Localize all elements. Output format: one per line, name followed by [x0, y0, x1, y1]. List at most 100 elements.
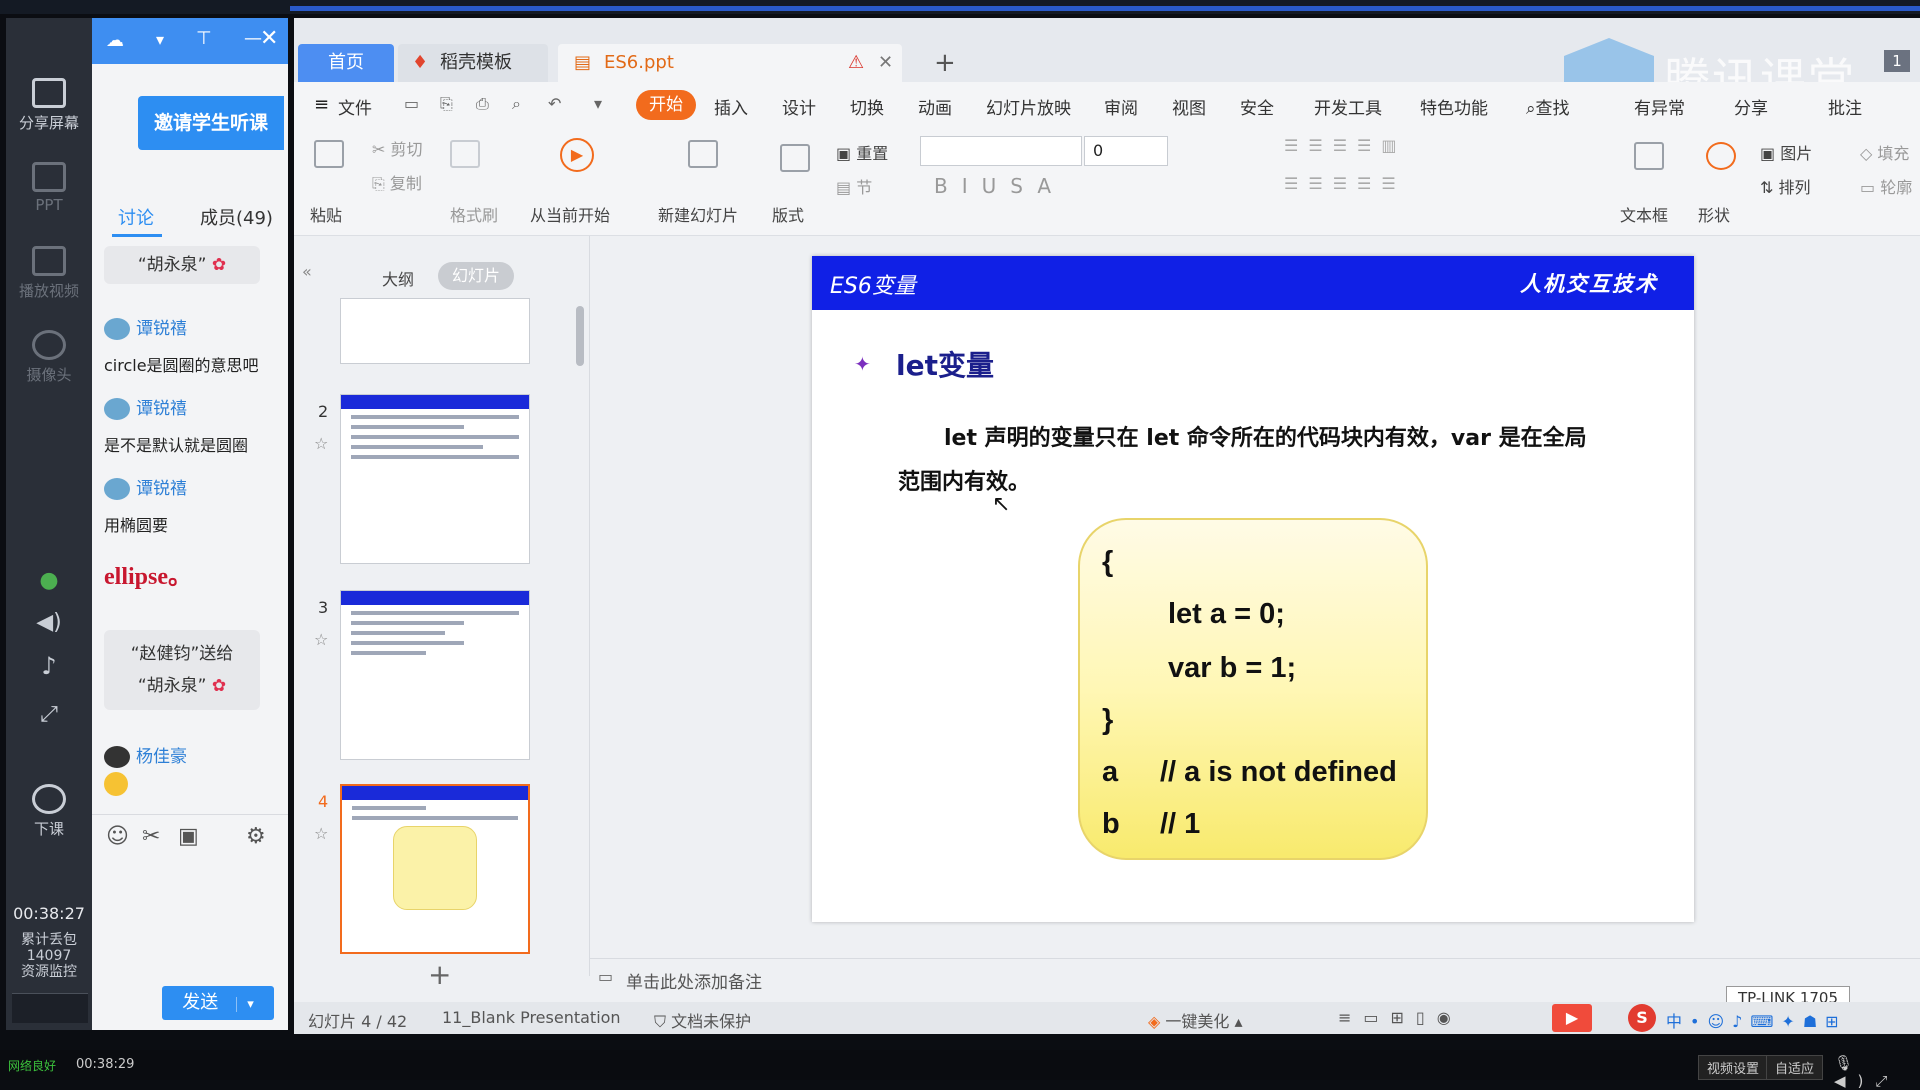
menu-features[interactable]: 特色功能 [1420, 94, 1488, 119]
view-mode-buttons[interactable]: ≡▭⊞▯◉ [1338, 1008, 1463, 1027]
chat-username[interactable]: 谭锐禧 [104, 394, 187, 420]
camera-button[interactable]: 摄像头 [6, 330, 92, 385]
slide-thumbnail-active[interactable] [340, 784, 530, 954]
notes-icon: ▭ [598, 967, 614, 986]
play-video-icon [32, 246, 66, 276]
from-current-button[interactable]: 从当前开始 [530, 202, 610, 226]
sogou-ime-icon[interactable]: S [1628, 1004, 1656, 1032]
layout-button[interactable]: 版式 [772, 202, 804, 226]
align-buttons[interactable]: ☰☰☰☰☰ [1284, 174, 1406, 193]
font-size-select[interactable]: 0 [1084, 136, 1168, 166]
beautify-icon: ◈ [1148, 1012, 1161, 1031]
tab-outline[interactable]: 大纲 [382, 266, 414, 290]
settings-icon[interactable]: ⚙ [246, 824, 266, 849]
menu-review[interactable]: 审阅 [1104, 94, 1138, 119]
share-screen-button[interactable]: 分享屏幕 [6, 78, 92, 133]
menu-transition[interactable]: 切换 [850, 94, 884, 119]
slide-thumbnail[interactable] [340, 394, 530, 564]
chat-username[interactable]: 杨佳豪 [104, 742, 187, 768]
print-icon[interactable]: ⎙ [476, 94, 489, 114]
shape-button[interactable]: 形状 [1698, 202, 1730, 226]
hamburger-icon[interactable]: ≡ [314, 94, 329, 115]
play-slideshow-icon[interactable]: ▶ [1552, 1004, 1592, 1032]
mic-icon[interactable]: ● [6, 568, 92, 593]
flame-icon: ♦ [412, 52, 429, 73]
chat-username[interactable]: 谭锐禧 [104, 474, 187, 500]
ppt-button[interactable]: PPT [6, 162, 92, 214]
menu-home-start[interactable]: 开始 [636, 90, 696, 120]
chat-username[interactable]: 谭锐禧 [104, 314, 187, 340]
invite-students-button[interactable]: 邀请学生听课 [138, 96, 284, 150]
cut-button[interactable]: ✂ 剪切 [372, 136, 423, 160]
image-icon[interactable]: ▣ [178, 824, 199, 849]
font-family-select[interactable] [920, 136, 1082, 166]
tab-templates[interactable]: ♦ 稻壳模板 [398, 44, 548, 82]
emoji-icon [104, 772, 128, 796]
paste-button[interactable]: 粘贴 [310, 202, 342, 226]
undo-icon[interactable]: ↶ [548, 94, 561, 113]
format-painter-button[interactable]: 格式刷 [450, 202, 498, 226]
menu-search[interactable]: ⌕查找 [1526, 94, 1570, 119]
send-button[interactable]: 发送 ▾ [162, 986, 274, 1020]
music-icon[interactable]: ♪ [6, 652, 92, 680]
current-slide[interactable]: ES6变量 人机交互技术 ✦ let变量 let 声明的变量只在 let 命令所… [812, 256, 1694, 922]
gift-message: “赵健钧”送给 “胡永泉” ✿ [104, 630, 260, 710]
ime-toolbar-icons[interactable]: 中•☺♪⌨✦☗⊞ [1666, 1008, 1847, 1032]
emoji-picker-icon[interactable]: ☺ [106, 824, 129, 849]
menu-issue[interactable]: 有异常 [1634, 94, 1685, 119]
scissors-icon[interactable]: ✂ [142, 824, 160, 849]
fullscreen-icon[interactable]: ⤢ [6, 702, 92, 727]
menu-design[interactable]: 设计 [782, 94, 816, 119]
add-slide-icon[interactable]: + [428, 958, 451, 991]
close-tab-icon[interactable]: ✕ [878, 44, 893, 82]
menu-slideshow[interactable]: 幻灯片放映 [986, 94, 1071, 119]
chat-message: 是不是默认就是圆圈 [104, 436, 249, 455]
export-icon[interactable]: ⎘ [440, 94, 453, 114]
beautify-button[interactable]: ◈ 一键美化 ▴ [1148, 1008, 1243, 1032]
more-icon[interactable]: ▾ [594, 94, 602, 113]
section-button[interactable]: ▤ 节 [836, 174, 872, 198]
menu-security[interactable]: 安全 [1240, 94, 1274, 119]
document-protect-status[interactable]: ⛉ 文档未保护 [654, 1008, 751, 1032]
close-icon[interactable]: ✕ [260, 26, 278, 51]
list-buttons[interactable]: ☰☰☰☰▥ [1284, 136, 1407, 155]
tab-discussion[interactable]: 讨论 [118, 204, 154, 230]
tab-home[interactable]: 首页 [298, 44, 394, 82]
font-style-buttons[interactable]: BIUSA [934, 174, 1065, 198]
speaker-icon[interactable]: ◀) [6, 610, 92, 635]
menu-insert[interactable]: 插入 [714, 94, 748, 119]
preview-icon[interactable]: ⌕ [512, 94, 521, 114]
dropdown-icon[interactable]: ▾ [156, 30, 164, 49]
notes-bar[interactable]: ▭ 单击此处添加备注 [590, 958, 1920, 998]
menu-comment[interactable]: 批注 [1828, 94, 1862, 119]
pane-scrollbar[interactable] [576, 306, 584, 366]
avatar [104, 478, 130, 500]
fill-button[interactable]: ◇ 填充 [1860, 140, 1909, 164]
pin-icon[interactable]: ⊤ [196, 28, 212, 49]
new-tab-icon[interactable]: + [934, 48, 956, 78]
textbox-button[interactable]: 文本框 [1620, 202, 1668, 226]
adaptive-button[interactable]: 自适应 [1766, 1055, 1824, 1080]
reset-button[interactable]: ▣ 重置 [836, 140, 888, 164]
outline-button[interactable]: ▭ 轮廓 [1860, 174, 1912, 198]
menu-share[interactable]: 分享 [1734, 94, 1768, 119]
menu-animation[interactable]: 动画 [918, 94, 952, 119]
video-settings-button[interactable]: 视频设置 [1698, 1055, 1769, 1080]
menu-developer[interactable]: 开发工具 [1314, 94, 1382, 119]
end-class-button[interactable]: 下课 [6, 784, 92, 839]
copy-button[interactable]: ⎘ 复制 [372, 170, 422, 194]
slide-thumbnail[interactable] [340, 590, 530, 760]
menu-file[interactable]: 文件 [338, 94, 372, 119]
collapse-pane-icon[interactable]: « [302, 262, 312, 281]
arrange-button[interactable]: ⇅ 排列 [1760, 174, 1811, 198]
save-icon[interactable]: ▭ [404, 94, 419, 113]
slide-thumbnail[interactable] [340, 298, 530, 364]
picture-button[interactable]: ▣ 图片 [1760, 140, 1812, 164]
new-slide-button[interactable]: 新建幻灯片 [658, 202, 738, 226]
tab-slides[interactable]: 幻灯片 [438, 262, 514, 290]
tab-document[interactable]: ▤ ES6.ppt ⚠ ✕ [558, 44, 902, 82]
taskbar-icons[interactable]: 🎙◀)⤢ [1834, 1054, 1920, 1090]
tab-members[interactable]: 成员(49) [200, 204, 273, 230]
menu-view[interactable]: 视图 [1172, 94, 1206, 119]
play-video-button[interactable]: 播放视频 [6, 246, 92, 301]
